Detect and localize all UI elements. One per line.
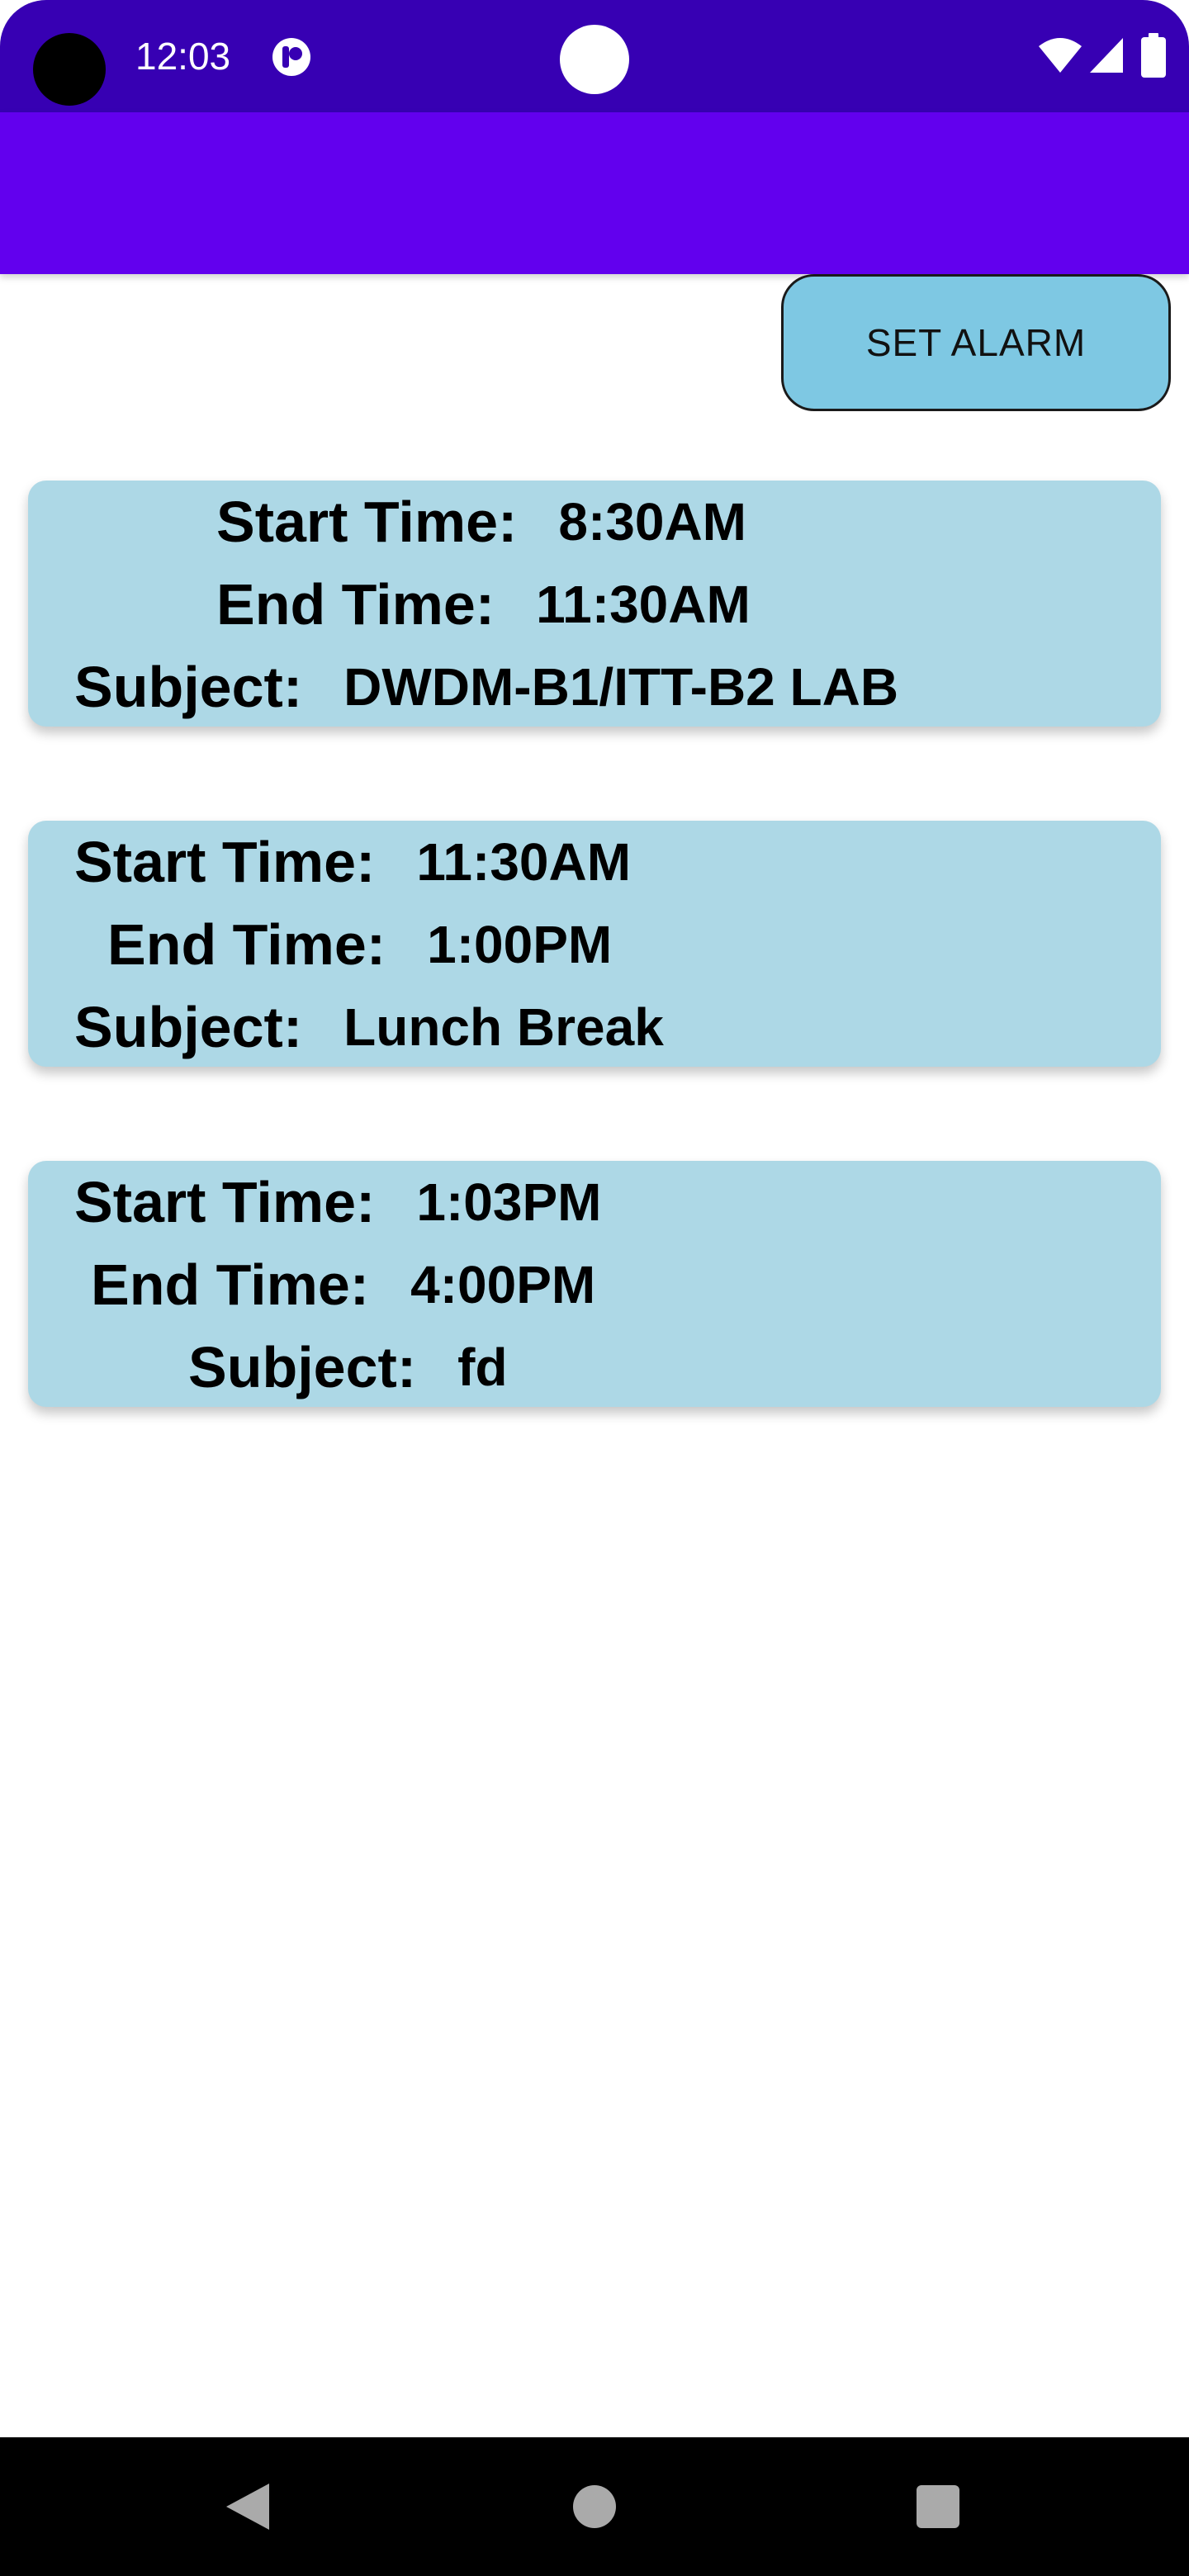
status-time: 12:03 [135,35,231,78]
subject-value: DWDM-B1/ITT-B2 LAB [343,657,899,717]
start-time-row: Start Time: 11:30AM [74,821,631,903]
schedule-card: Start Time: 1:03PM End Time: 4:00PM Subj… [28,1161,1161,1407]
end-time-label: End Time: [216,572,495,637]
status-bar: 12:03 [0,0,1189,112]
subject-row: Subject: DWDM-B1/ITT-B2 LAB [74,646,898,728]
start-time-label: Start Time: [74,1170,376,1234]
start-time-label: Start Time: [216,490,518,554]
subject-value: Lunch Break [343,997,664,1057]
notification-icon [272,38,310,76]
signal-icon [1090,38,1123,73]
subject-row: Subject: Lunch Break [74,986,664,1068]
end-time-value: 4:00PM [410,1255,596,1314]
end-time-row: End Time: 1:00PM [107,903,612,986]
end-time-row: End Time: 11:30AM [216,563,751,646]
status-indicator-dot [560,25,629,94]
app-bar [0,112,1189,274]
subject-label: Subject: [74,655,303,719]
start-time-value: 11:30AM [416,832,632,892]
end-time-row: End Time: 4:00PM [91,1243,595,1326]
start-time-row: Start Time: 1:03PM [74,1161,601,1243]
subject-value: fd [457,1338,508,1397]
battery-icon [1141,33,1166,78]
subject-label: Subject: [74,995,303,1059]
schedule-card: Start Time: 8:30AM End Time: 11:30AM Sub… [28,481,1161,727]
start-time-value: 8:30AM [558,492,746,552]
set-alarm-button[interactable]: SET ALARM [781,274,1171,411]
start-time-value: 1:03PM [416,1172,602,1232]
end-time-value: 1:00PM [427,915,613,974]
start-time-row: Start Time: 8:30AM [216,481,746,563]
recents-icon[interactable] [917,2485,959,2528]
end-time-value: 11:30AM [536,575,751,634]
start-time-label: Start Time: [74,830,376,894]
subject-label: Subject: [188,1335,417,1399]
wifi-icon [1039,38,1082,73]
navigation-bar [0,2437,1189,2576]
end-time-label: End Time: [107,912,386,977]
home-icon[interactable] [573,2485,616,2528]
schedule-card: Start Time: 11:30AM End Time: 1:00PM Sub… [28,821,1161,1067]
back-icon[interactable] [223,2480,272,2533]
end-time-label: End Time: [91,1252,370,1317]
camera-cutout-icon [33,33,106,106]
subject-row: Subject: fd [188,1326,508,1409]
